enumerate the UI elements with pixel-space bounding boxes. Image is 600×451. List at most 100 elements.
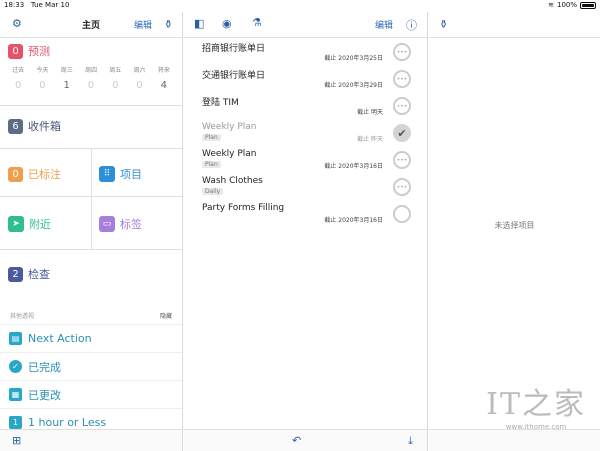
- task-status-circle[interactable]: •••: [393, 43, 411, 61]
- task-due: 截止 2020年3月25日: [324, 55, 383, 62]
- clean-up-icon[interactable]: ⚱: [164, 18, 173, 31]
- calendar-icon: ▦: [9, 388, 22, 401]
- forecast-days: 过去 0 今天 0 周三 1 周四 0 周五 0 周六 0 将来 4: [6, 65, 176, 91]
- divider: [0, 249, 182, 250]
- detail-pane: ⚱ 未选择项目 IT之家 www.ithome.com: [429, 12, 600, 451]
- day-count: 0: [136, 80, 143, 91]
- review-item[interactable]: 2 检查: [8, 266, 50, 282]
- task-list-toolbar: ↶ ⤓: [184, 429, 427, 451]
- task-row[interactable]: Weekly Plan Plan 截止 昨天 ✔: [202, 122, 417, 149]
- day-label: 周六: [133, 67, 146, 74]
- perspective-1-hour-or-less[interactable]: 1 1 hour or Less: [0, 408, 182, 429]
- nearby-label: 附近: [29, 218, 51, 231]
- review-count-badge: 2: [8, 266, 23, 282]
- perspective-next-action[interactable]: ▤ Next Action: [0, 324, 182, 352]
- day-label: 将来: [157, 67, 170, 74]
- task-due: 截止 2020年3月29日: [324, 82, 383, 89]
- day-count: 0: [112, 80, 119, 91]
- day-label: 今天: [36, 67, 49, 74]
- task-status-circle[interactable]: •••: [393, 178, 411, 196]
- perspectives-header-label: 其他透视: [10, 313, 35, 320]
- undo-icon[interactable]: ↶: [292, 434, 301, 447]
- task-completed-check-icon[interactable]: ✔: [393, 124, 411, 142]
- perspective-changed[interactable]: ▦ 已更改: [0, 380, 182, 408]
- forecast-day-sat[interactable]: 周六 0: [127, 65, 151, 91]
- location-arrow-icon: ➤: [8, 216, 24, 232]
- task-tag: Plan: [202, 134, 221, 141]
- status-time: 18:33: [4, 1, 25, 9]
- sidebar-navbar: ⚙ 主页 编辑 ⚱: [0, 12, 182, 38]
- day-count: 0: [87, 80, 95, 91]
- task-due: 截止 昨天: [357, 136, 383, 143]
- task-name: 交通银行账单日: [202, 71, 266, 81]
- day-count: 4: [160, 80, 168, 91]
- review-label: 检查: [28, 268, 50, 281]
- sidebar-edit-button[interactable]: 编辑: [134, 18, 152, 31]
- task-row[interactable]: 招商银行账单日 截止 2020年3月25日 •••: [202, 41, 417, 68]
- task-name: Weekly Plan: [202, 149, 257, 159]
- perspective-label: 1 hour or Less: [28, 416, 107, 429]
- forecast-section[interactable]: 0 预测 过去 0 今天 0 周三 1 周四 0 周五 0 周六 0 将来 4: [0, 38, 182, 106]
- info-icon[interactable]: ⓘ: [406, 17, 417, 33]
- task-row[interactable]: 交通银行账单日 截止 2020年3月29日 •••: [202, 68, 417, 95]
- task-status-circle[interactable]: •••: [393, 151, 411, 169]
- status-date: Tue Mar 10: [30, 1, 70, 9]
- wifi-icon: ≋: [548, 1, 554, 9]
- task-name: Wash Clothes: [202, 176, 263, 186]
- task-due: 截止 明天: [357, 109, 383, 116]
- tags-item[interactable]: ▭ 标签: [99, 216, 142, 232]
- task-row[interactable]: Weekly Plan Plan 截止 2020年3月16日 •••: [202, 149, 417, 176]
- view-eye-icon[interactable]: ◉: [222, 17, 232, 30]
- sidebar-panel-icon[interactable]: ◧: [194, 17, 204, 30]
- add-to-inbox-icon[interactable]: ⤓: [408, 434, 413, 448]
- perspectives-header: 其他透视 隐藏: [10, 311, 172, 320]
- list-icon: ▤: [9, 332, 22, 345]
- task-name: 招商银行账单日: [202, 44, 266, 54]
- task-row[interactable]: Wash Clothes Daily •••: [202, 176, 417, 203]
- projects-label: 项目: [120, 168, 142, 181]
- task-status-circle[interactable]: •••: [393, 70, 411, 88]
- forecast-day-today[interactable]: 今天 0: [30, 65, 54, 91]
- sidebar-toggle-icon[interactable]: ⊞: [12, 434, 21, 447]
- perspective-label: 已更改: [28, 388, 61, 402]
- task-list-navbar: ◧ ◉ ⚗ 编辑 ⓘ: [184, 12, 427, 38]
- projects-item[interactable]: ⠿ 项目: [99, 166, 142, 182]
- forecast-day-thu[interactable]: 周四 0: [79, 65, 103, 91]
- forecast-day-past[interactable]: 过去 0: [6, 65, 30, 91]
- task-row[interactable]: 登陆 TIM 截止 明天 •••: [202, 95, 417, 122]
- day-label: 周三: [60, 67, 73, 74]
- detail-navbar: ⚱: [429, 12, 600, 38]
- forecast-day-fri[interactable]: 周五 0: [103, 65, 127, 91]
- day-label: 周五: [109, 67, 122, 74]
- perspective-completed[interactable]: ✓ 已完成: [0, 352, 182, 380]
- checkmark-icon: ✓: [9, 360, 22, 373]
- status-bar: 18:33 Tue Mar 10 ≋ 100%: [0, 0, 600, 12]
- task-list-edit-button[interactable]: 编辑: [375, 18, 393, 31]
- task-row[interactable]: Party Forms Filling 截止 2020年3月16日: [202, 203, 417, 230]
- inbox-item[interactable]: 6 收件箱: [8, 118, 61, 134]
- inbox-label: 收件箱: [28, 120, 61, 133]
- day-count: 0: [14, 80, 22, 91]
- day-count: 0: [39, 80, 46, 91]
- projects-icon: ⠿: [99, 166, 115, 182]
- flagged-item[interactable]: 0 已标注: [8, 166, 61, 182]
- broom-cleanup-icon[interactable]: ⚗: [252, 16, 262, 29]
- tag-icon: ▭: [99, 216, 115, 232]
- hide-perspectives-button[interactable]: 隐藏: [160, 311, 172, 320]
- clean-up-icon[interactable]: ⚱: [439, 18, 448, 31]
- nearby-item[interactable]: ➤ 附近: [8, 216, 51, 232]
- day-count: 1: [63, 80, 70, 91]
- task-status-circle[interactable]: •••: [393, 97, 411, 115]
- task-list-pane: ◧ ◉ ⚗ 编辑 ⓘ 招商银行账单日 截止 2020年3月25日 ••• 交通银…: [184, 12, 428, 451]
- forecast-day-future[interactable]: 将来 4: [152, 65, 176, 91]
- tags-label: 标签: [120, 218, 142, 231]
- task-status-circle[interactable]: [393, 205, 411, 223]
- day-label: 过去: [12, 67, 25, 74]
- detail-toolbar: [429, 429, 600, 451]
- perspective-label: 已完成: [28, 360, 61, 374]
- task-tag: Plan: [202, 161, 221, 168]
- forecast-day-wed[interactable]: 周三 1: [55, 65, 79, 91]
- task-name: 登陆 TIM: [202, 98, 239, 108]
- task-tag: Daily: [202, 188, 224, 195]
- number-one-icon: 1: [9, 416, 22, 429]
